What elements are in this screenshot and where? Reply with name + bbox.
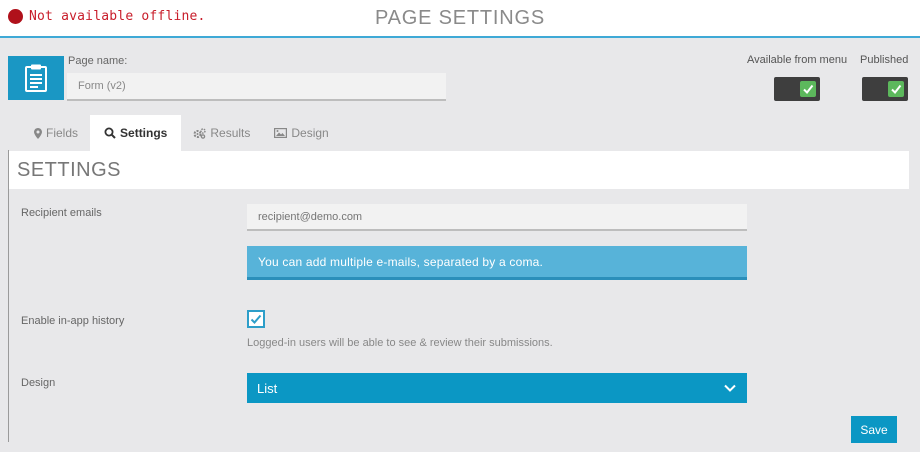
available-from-menu-label: Available from menu [747,54,848,66]
clipboard-icon[interactable] [8,56,64,100]
page-title: PAGE SETTINGS [374,7,546,29]
check-icon [888,81,904,97]
check-icon [800,81,816,97]
design-label: Design [21,377,56,389]
settings-heading: SETTINGS [9,151,909,189]
tab-design-label: Design [291,126,329,140]
published-label: Published [860,54,909,66]
chevron-down-icon [724,384,736,392]
design-select-value: List [257,380,278,396]
published-toggle[interactable] [862,77,908,101]
settings-heading-text: SETTINGS [17,158,122,181]
page-name-input[interactable] [67,73,446,101]
check-icon [250,314,262,324]
recipient-emails-label: Recipient emails [21,207,102,219]
map-marker-icon [34,127,42,139]
recipient-emails-hint: You can add multiple e-mails, separated … [247,246,747,280]
tab-fields-label: Fields [46,126,79,140]
panel-border [8,150,9,442]
in-app-history-label: Enable in-app history [21,315,125,327]
tab-bar: Fields Settings Results Design [22,115,341,151]
search-icon [104,127,116,139]
top-bar: Not available offline. PAGE SETTINGS [0,0,920,38]
design-select[interactable]: List [247,373,747,403]
save-button[interactable]: Save [851,416,897,443]
image-icon [274,128,288,138]
tab-settings[interactable]: Settings [90,115,182,151]
tab-results[interactable]: Results [181,115,262,151]
available-from-menu-toggle[interactable] [774,77,820,101]
page-name-label: Page name: [68,55,128,67]
in-app-history-help: Logged-in users will be able to see & re… [247,337,553,349]
tab-settings-label: Settings [120,126,168,140]
tab-design[interactable]: Design [262,115,340,151]
in-app-history-checkbox[interactable] [247,310,265,328]
tab-fields[interactable]: Fields [22,115,90,151]
gears-icon [193,127,207,139]
recipient-emails-input[interactable] [247,204,747,231]
tab-results-label: Results [210,126,251,140]
